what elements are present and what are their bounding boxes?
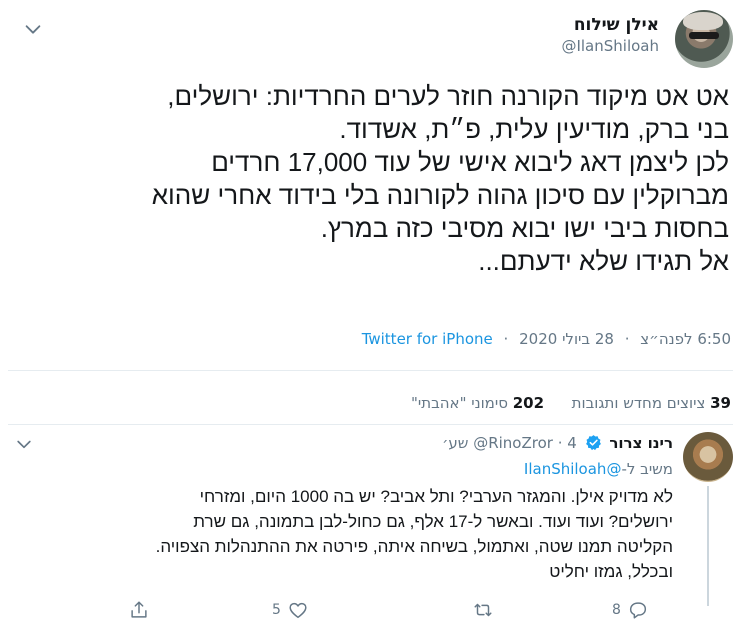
reply-text-line: ובכלל, גמזו יחליט [549,562,673,581]
reply-text-line: לא מדויק אילן. והמגזר הערבי? ותל אביב? י… [199,487,673,506]
likes-count: 202 [512,394,545,412]
reply-header: רינו צרור @RinoZror · 4 שע׳ [442,432,673,454]
reply-separator: · [557,434,563,452]
divider [8,424,733,425]
tweet-header: אילן שילוח @IlanShiloah [8,8,733,72]
reply-text-line: הקליטה תמנו שטה, ואתמול, בשיחה איתה, פיר… [155,537,673,556]
like-button[interactable]: 5 [272,596,309,624]
reply-text-line: ירושלים? ועוד ועוד. ובאשר ל-17 אלף, גם כ… [193,512,673,531]
chevron-down-icon[interactable] [22,18,44,40]
reply-author-name[interactable]: רינו צרור [609,434,673,452]
tweet-text-line: מברוקלין עם סיכון גהוה לקורונה בלי בידוד… [151,180,729,210]
like-count: 5 [272,602,281,618]
author-name-block[interactable]: אילן שילוח @IlanShiloah [561,14,659,56]
divider [8,370,733,371]
tweet-detail-page: אילן שילוח @IlanShiloah אט אט מיקוד הקור… [0,0,741,632]
replying-prefix: משיב ל- [621,460,673,478]
thread-line [707,486,709,606]
replying-to-mention[interactable]: @IlanShiloah [524,460,622,478]
tweet-text-line: בני ברק, מודיעין עלית, פ״ת, אשדוד. [339,114,729,144]
chevron-down-icon[interactable] [14,434,34,454]
author-display-name[interactable]: אילן שילוח [561,14,659,36]
reply-action-bar: 8 5 [0,596,741,624]
avatar-hair [683,12,723,30]
tweet-source-link[interactable]: Twitter for iPhone [362,330,493,348]
share-icon [131,601,147,618]
retweets-label: ציוצים מחדש ותגובות [571,394,706,412]
tweet-stats: 39 ציוצים מחדש ותגובות 202 סימוני "אהבתי… [411,392,731,414]
retweet-icon [474,603,492,617]
reply-author-avatar[interactable] [683,432,733,482]
tweet-meta: 6:50 לפנה״צ · 28 ביולי 2020 · Twitter fo… [362,327,731,351]
verified-badge-icon [585,435,601,451]
tweet-text: אט אט מיקוד הקורנה חוזר לערים החרדיות: י… [8,80,729,278]
tweet-text-line: אל תגידו שלא ידעתם... [478,246,729,276]
likes-stat[interactable]: 202 סימוני "אהבתי" [411,394,544,412]
heart-icon [289,602,307,619]
meta-separator: · [503,330,509,348]
reply-author-handle[interactable]: @RinoZror [473,434,553,452]
replying-to: משיב ל-@IlanShiloah [524,458,673,480]
meta-separator: · [624,330,630,348]
avatar-glasses [689,32,719,39]
author-handle[interactable]: @IlanShiloah [561,36,659,56]
tweet-text-line: לכן ליצמן דאג ליבוא אישי של עוד 17,000 ח… [211,147,729,177]
reply-text: לא מדויק אילן. והמגזר הערבי? ותל אביב? י… [30,484,673,584]
share-button[interactable] [128,596,150,624]
author-avatar[interactable] [675,10,733,68]
reply-count: 8 [612,602,621,618]
retweets-stat[interactable]: 39 ציוצים מחדש ותגובות [572,394,731,412]
tweet-date[interactable]: 28 ביולי 2020 [519,330,614,348]
reply-button[interactable]: 8 [612,596,649,624]
retweets-count: 39 [710,394,731,412]
likes-label: סימוני "אהבתי" [410,394,508,412]
tweet-time[interactable]: 6:50 לפנה״צ [640,330,731,348]
reply-icon [629,602,646,619]
tweet-text-line: אט אט מיקוד הקורנה חוזר לערים החרדיות: י… [167,81,729,111]
tweet-text-line: בחסות ביבי ישו יבוא מסיבי כזה במרץ. [320,213,729,243]
retweet-button[interactable] [466,596,494,624]
